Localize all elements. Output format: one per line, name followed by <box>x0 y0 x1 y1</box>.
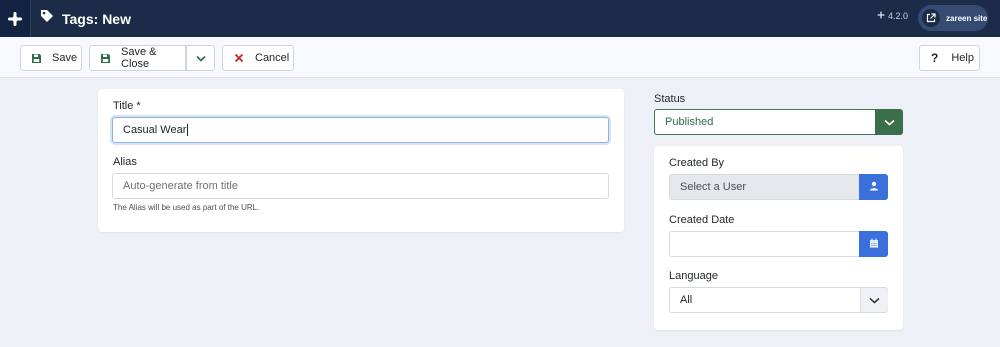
status-label: Status <box>654 93 686 105</box>
joomla-small-icon <box>877 11 885 21</box>
question-icon: ? <box>931 51 939 65</box>
site-link-button[interactable]: zareen site <box>918 5 988 31</box>
close-icon <box>234 53 244 63</box>
created-by-label: Created By <box>669 157 725 169</box>
save-button-label: Save <box>52 52 78 64</box>
cancel-button-label: Cancel <box>255 52 290 64</box>
title-label: Title * <box>113 100 141 112</box>
save-close-button[interactable]: Save & Close <box>89 45 186 71</box>
save-button[interactable]: Save <box>20 45 82 71</box>
created-date-input[interactable] <box>669 231 860 257</box>
alias-placeholder: Auto-generate from title <box>123 180 238 192</box>
created-by-input[interactable]: Select a User <box>669 174 860 200</box>
title-input-value: Casual Wear <box>123 124 187 136</box>
alias-input[interactable]: Auto-generate from title <box>112 173 609 199</box>
user-icon <box>869 178 879 196</box>
chevron-down-icon <box>195 55 206 62</box>
created-by-placeholder: Select a User <box>680 181 747 193</box>
version-number: 4.2.0 <box>888 11 909 21</box>
status-value: Published <box>665 116 714 128</box>
help-button-label: Help <box>951 52 974 64</box>
floppy-disk-icon <box>100 53 111 64</box>
chevron-down-icon <box>883 113 895 131</box>
status-select[interactable]: Published <box>654 109 876 135</box>
save-close-button-label: Save & Close <box>121 46 157 70</box>
text-cursor <box>187 124 189 136</box>
app-header: Tags: New 4.2.0 zareen site <box>0 0 1000 37</box>
details-card: Title * Casual Wear Alias Auto-generate … <box>98 89 624 232</box>
calendar-icon <box>869 235 879 253</box>
select-user-button[interactable] <box>859 174 888 200</box>
language-value: All <box>680 294 693 306</box>
floppy-disk-icon <box>31 53 42 64</box>
chevron-down-icon <box>860 288 888 312</box>
toolbar: Save Save & Close Cancel ? Help <box>0 37 1000 78</box>
tag-icon <box>40 9 54 28</box>
calendar-button[interactable] <box>859 231 888 257</box>
page-title: Tags: New <box>62 10 131 27</box>
help-button[interactable]: ? Help <box>919 45 980 71</box>
external-link-icon <box>922 9 940 27</box>
site-link-label: zareen site <box>946 13 988 23</box>
title-input[interactable]: Casual Wear <box>112 117 609 143</box>
save-options-dropdown[interactable] <box>186 45 215 71</box>
language-select[interactable]: All <box>669 287 888 313</box>
alias-hint: The Alias will be used as part of the UR… <box>113 203 260 212</box>
created-date-label: Created Date <box>669 214 735 226</box>
cancel-button[interactable]: Cancel <box>222 45 294 71</box>
version-info: 4.2.0 <box>877 11 908 21</box>
language-label: Language <box>669 270 718 282</box>
status-dropdown-button[interactable] <box>875 109 903 135</box>
publishing-card: Created By Select a User Created Date La… <box>654 146 903 330</box>
alias-label: Alias <box>113 156 137 168</box>
page-title-wrap: Tags: New <box>40 0 131 37</box>
joomla-logo-icon[interactable] <box>0 0 31 37</box>
